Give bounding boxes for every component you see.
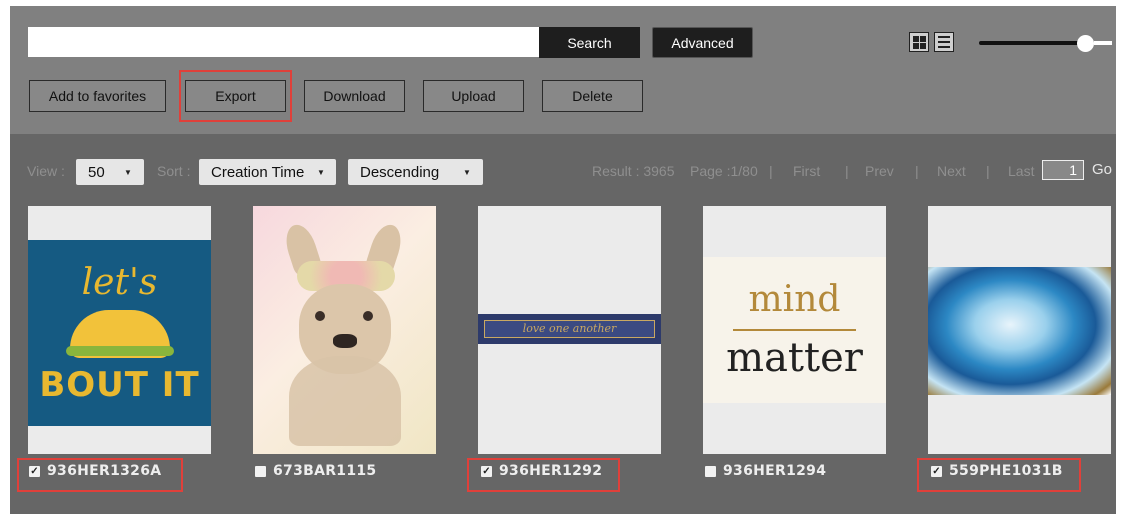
sort-order-value: Descending — [360, 163, 440, 181]
selection-highlight — [467, 458, 620, 492]
asset-card[interactable]: love one another — [478, 206, 661, 454]
selection-highlight — [917, 458, 1081, 492]
pagination-separator: | — [845, 163, 849, 179]
view-label: View : — [27, 163, 65, 179]
view-count-value: 50 — [88, 163, 105, 181]
toolbar-panel — [10, 6, 1116, 134]
dog-body — [289, 356, 401, 446]
zoom-slider-thumb[interactable] — [1077, 35, 1094, 52]
page-number-input[interactable] — [1042, 160, 1084, 180]
zoom-slider-remainder — [1094, 41, 1112, 45]
dog-eye — [315, 311, 325, 321]
zoom-slider-track[interactable] — [979, 41, 1091, 45]
lettuce-shape — [66, 346, 174, 356]
pagination-separator: | — [986, 163, 990, 179]
grid-view-icon[interactable] — [909, 32, 929, 52]
asset-thumbnail — [928, 267, 1111, 395]
view-count-select[interactable]: 50 ▼ — [76, 159, 144, 185]
first-page-link[interactable]: First — [793, 163, 820, 179]
card-checkbox[interactable] — [705, 466, 716, 477]
dog-eye — [363, 311, 373, 321]
go-button[interactable]: Go — [1092, 161, 1112, 178]
sort-field-select[interactable]: Creation Time ▼ — [199, 159, 336, 185]
card-checkbox[interactable] — [255, 466, 266, 477]
asset-thumbnail: mind matter — [703, 257, 886, 403]
asset-card[interactable]: let's BOUT IT — [28, 206, 211, 454]
asset-code: 673BAR1115 — [273, 463, 377, 479]
pagination-separator: | — [915, 163, 919, 179]
next-page-link[interactable]: Next — [937, 163, 966, 179]
download-button[interactable]: Download — [304, 80, 405, 112]
thumbnail-text-bottom: matter — [726, 335, 863, 381]
thumbnail-text-bottom: BOUT IT — [39, 365, 200, 405]
upload-button[interactable]: Upload — [423, 80, 524, 112]
list-view-icon[interactable] — [934, 32, 954, 52]
chevron-down-icon: ▼ — [463, 168, 471, 177]
prev-page-link[interactable]: Prev — [865, 163, 894, 179]
search-input[interactable] — [28, 27, 539, 57]
chevron-down-icon: ▼ — [317, 168, 325, 177]
sort-order-select[interactable]: Descending ▼ — [348, 159, 483, 185]
sort-label: Sort : — [157, 163, 191, 179]
chevron-down-icon: ▼ — [124, 168, 132, 177]
asset-card[interactable] — [928, 206, 1111, 454]
thumbnail-text: love one another — [484, 320, 655, 338]
result-count: Result : 3965 — [592, 163, 675, 179]
asset-thumbnail — [253, 206, 436, 454]
add-to-favorites-button[interactable]: Add to favorites — [29, 80, 166, 112]
last-page-link[interactable]: Last — [1008, 163, 1034, 179]
sort-field-value: Creation Time — [211, 163, 305, 181]
asset-thumbnail: let's BOUT IT — [28, 240, 211, 426]
advanced-search-button[interactable]: Advanced — [652, 27, 753, 58]
asset-card[interactable]: mind matter — [703, 206, 886, 454]
asset-code: 936HER1294 — [723, 463, 827, 479]
thumbnail-text-top: mind — [748, 279, 841, 320]
dog-nose — [333, 334, 357, 348]
asset-thumbnail: love one another — [478, 314, 661, 344]
selection-highlight — [17, 458, 183, 492]
thumbnail-text-top: let's — [81, 262, 158, 303]
pagination-separator: | — [769, 163, 773, 179]
asset-card[interactable] — [253, 206, 436, 454]
export-highlight — [179, 70, 292, 122]
page-indicator: Page :1/80 — [690, 163, 758, 179]
asset-library-app: Search Advanced Add to favorites Export … — [0, 0, 1121, 514]
search-button[interactable]: Search — [539, 27, 640, 58]
delete-button[interactable]: Delete — [542, 80, 643, 112]
divider-line — [733, 329, 856, 331]
